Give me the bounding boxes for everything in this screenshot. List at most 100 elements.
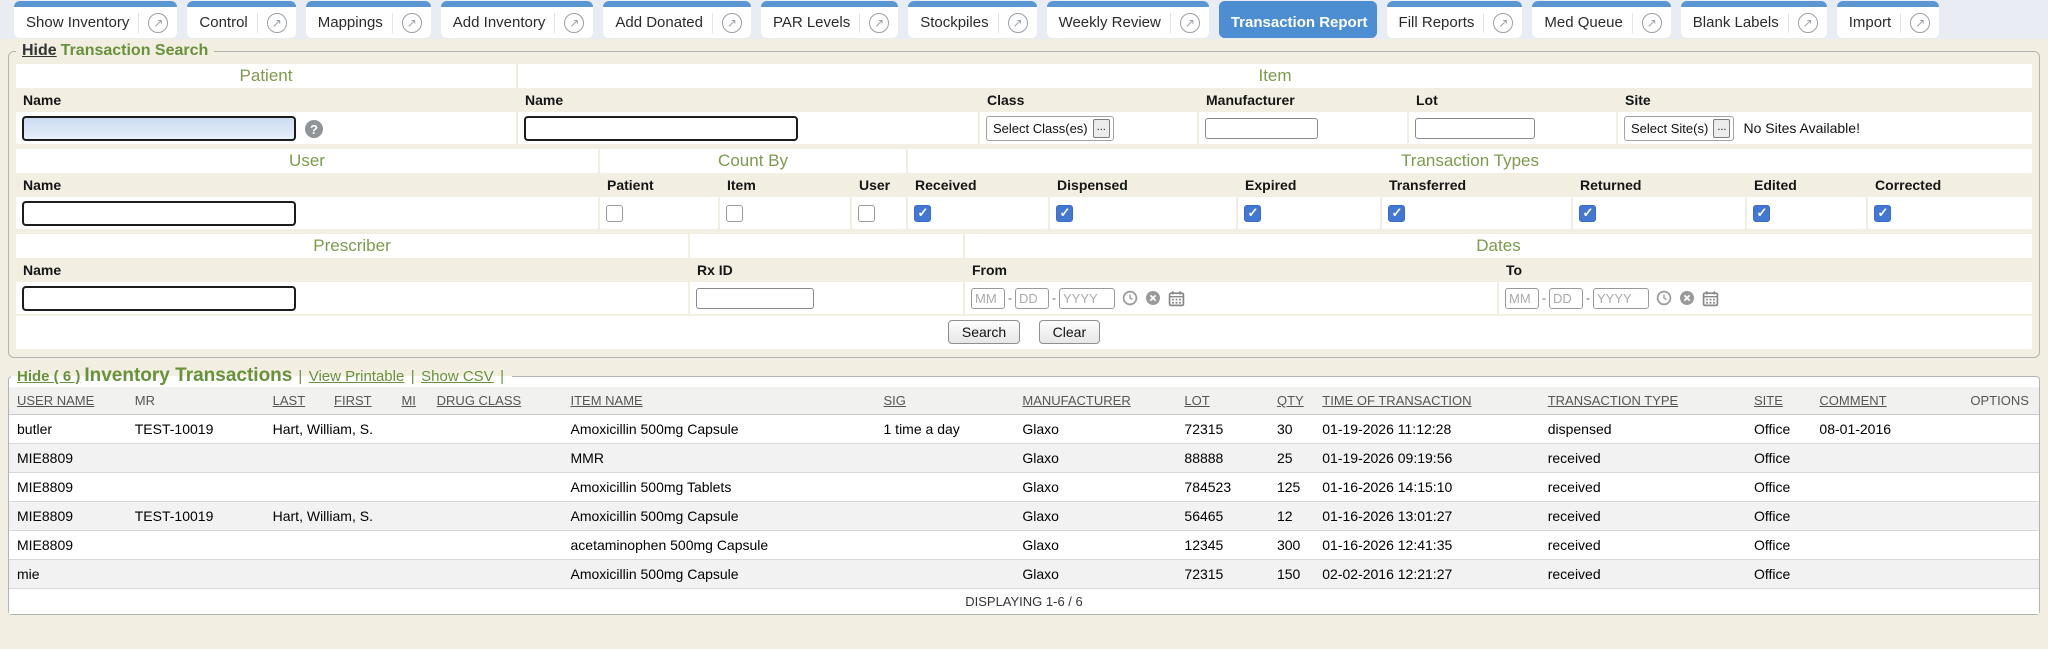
open-in-new-window-icon[interactable]: ↗	[1910, 13, 1930, 33]
cell-mi	[393, 531, 428, 560]
sort-link-first[interactable]: FIRST	[334, 393, 372, 408]
tab-med-queue[interactable]: Med Queue↗	[1532, 1, 1670, 38]
cell-site: Office	[1746, 531, 1811, 560]
sort-link-manufacturer[interactable]: MANUFACTURER	[1022, 393, 1130, 408]
rx-id-input[interactable]	[696, 288, 814, 309]
hide-search-link[interactable]: Hide	[22, 42, 57, 59]
type-corrected-checkbox[interactable]	[1874, 205, 1891, 222]
open-in-new-window-icon[interactable]: ↗	[722, 13, 742, 33]
type-received-label: Received	[908, 175, 1048, 195]
type-expired-checkbox[interactable]	[1244, 205, 1261, 222]
manufacturer-input[interactable]	[1205, 118, 1318, 139]
tab-add-donated[interactable]: Add Donated↗	[603, 1, 751, 38]
site-select[interactable]: Select Site(s)...	[1624, 116, 1734, 141]
column-header-options: OPTIONS	[1962, 387, 2039, 415]
user-name-input[interactable]	[22, 201, 296, 226]
type-returned-checkbox[interactable]	[1579, 205, 1596, 222]
class-select-browse-button[interactable]: ...	[1093, 119, 1110, 138]
tab-add-inventory[interactable]: Add Inventory↗	[441, 1, 594, 38]
open-in-new-window-icon[interactable]: ↗	[869, 13, 889, 33]
sort-link-sig[interactable]: SIG	[884, 393, 906, 408]
sort-link-comment[interactable]: COMMENT	[1819, 393, 1886, 408]
from-time-icon[interactable]	[1122, 290, 1138, 306]
open-in-new-window-icon[interactable]: ↗	[1008, 13, 1028, 33]
sort-link-qty[interactable]: QTY	[1277, 393, 1304, 408]
cell-options	[1962, 415, 2039, 444]
open-in-new-window-icon[interactable]: ↗	[1642, 13, 1662, 33]
open-in-new-window-icon[interactable]: ↗	[564, 13, 584, 33]
tab-weekly-review[interactable]: Weekly Review↗	[1047, 1, 1209, 38]
cell-mr	[127, 560, 265, 589]
cell-manufacturer: Glaxo	[1014, 415, 1176, 444]
tab-control[interactable]: Control↗	[187, 1, 295, 38]
sort-link-time-of-transaction[interactable]: TIME OF TRANSACTION	[1322, 393, 1471, 408]
sort-link-lot[interactable]: LOT	[1184, 393, 1209, 408]
from-year-input[interactable]	[1059, 288, 1115, 309]
sort-link-drug-class[interactable]: DRUG CLASS	[437, 393, 522, 408]
sort-link-site[interactable]: SITE	[1754, 393, 1783, 408]
tab-show-inventory[interactable]: Show Inventory↗	[14, 1, 177, 38]
tab-icon-wrap: ↗	[257, 13, 287, 33]
from-calendar-icon[interactable]	[1168, 290, 1185, 307]
type-dispensed-checkbox[interactable]	[1056, 205, 1073, 222]
count-by-user-label: User	[852, 175, 906, 195]
section-title-prescriber: Prescriber	[16, 234, 688, 258]
to-time-icon[interactable]	[1656, 290, 1672, 306]
lot-input[interactable]	[1415, 118, 1535, 139]
sort-link-item-name[interactable]: ITEM NAME	[571, 393, 643, 408]
search-button[interactable]: Search	[948, 320, 1020, 344]
tab-label: Transaction Report	[1231, 14, 1368, 31]
column-header-last: LAST	[265, 387, 326, 415]
sort-link-last[interactable]: LAST	[273, 393, 306, 408]
tab-mappings[interactable]: Mappings↗	[306, 1, 431, 38]
view-printable-link[interactable]: View Printable	[309, 368, 405, 385]
open-in-new-window-icon[interactable]: ↗	[1180, 13, 1200, 33]
item-name-input[interactable]	[524, 116, 798, 141]
prescriber-name-input[interactable]	[22, 286, 296, 311]
open-in-new-window-icon[interactable]: ↗	[267, 13, 287, 33]
clear-button[interactable]: Clear	[1039, 320, 1100, 344]
help-icon[interactable]: ?	[305, 120, 323, 138]
type-transferred-checkbox[interactable]	[1388, 205, 1405, 222]
open-in-new-window-icon[interactable]: ↗	[1493, 13, 1513, 33]
cell-first	[326, 531, 393, 560]
patient-name-input[interactable]	[22, 116, 296, 141]
sort-link-user-name[interactable]: USER NAME	[17, 393, 94, 408]
site-select-browse-button[interactable]: ...	[1713, 119, 1730, 138]
cell-lot: 12345	[1176, 531, 1269, 560]
to-month-input[interactable]	[1505, 288, 1539, 309]
open-in-new-window-icon[interactable]: ↗	[402, 13, 422, 33]
tab-blank-labels[interactable]: Blank Labels↗	[1681, 1, 1827, 38]
tab-par-levels[interactable]: PAR Levels↗	[761, 1, 898, 38]
open-in-new-window-icon[interactable]: ↗	[148, 13, 168, 33]
separator: |	[500, 368, 504, 385]
search-band-prescriber-dates: Prescriber Dates Name Rx ID From To - -	[14, 232, 2034, 316]
count-by-item-checkbox[interactable]	[726, 205, 743, 222]
tab-stockpiles[interactable]: Stockpiles↗	[908, 1, 1036, 38]
to-year-input[interactable]	[1593, 288, 1649, 309]
to-calendar-icon[interactable]	[1702, 290, 1719, 307]
count-by-user-checkbox[interactable]	[858, 205, 875, 222]
to-day-input[interactable]	[1549, 288, 1583, 309]
section-title-item: Item	[518, 64, 2032, 88]
tab-transaction-report[interactable]: Transaction Report	[1219, 1, 1377, 38]
hide-transactions-link[interactable]: Hide ( 6 )	[17, 368, 80, 385]
type-edited-checkbox[interactable]	[1753, 205, 1770, 222]
tab-icon-wrap: ↗	[712, 13, 742, 33]
tab-body: Show Inventory↗	[14, 7, 177, 38]
sort-link-transaction-type[interactable]: TRANSACTION TYPE	[1548, 393, 1679, 408]
count-by-patient-checkbox[interactable]	[606, 205, 623, 222]
open-in-new-window-icon[interactable]: ↗	[1798, 13, 1818, 33]
tab-fill-reports[interactable]: Fill Reports↗	[1387, 1, 1523, 38]
to-clear-date-icon[interactable]	[1679, 290, 1695, 306]
tab-import[interactable]: Import↗	[1837, 1, 1940, 38]
class-select[interactable]: Select Class(es)...	[986, 116, 1114, 141]
sort-link-mi[interactable]: MI	[401, 393, 415, 408]
from-day-input[interactable]	[1015, 288, 1049, 309]
show-csv-link[interactable]: Show CSV	[421, 368, 494, 385]
from-month-input[interactable]	[971, 288, 1005, 309]
cell-qty: 25	[1269, 444, 1314, 473]
column-header-qty: QTY	[1269, 387, 1314, 415]
from-clear-date-icon[interactable]	[1145, 290, 1161, 306]
type-received-checkbox[interactable]	[914, 205, 931, 222]
